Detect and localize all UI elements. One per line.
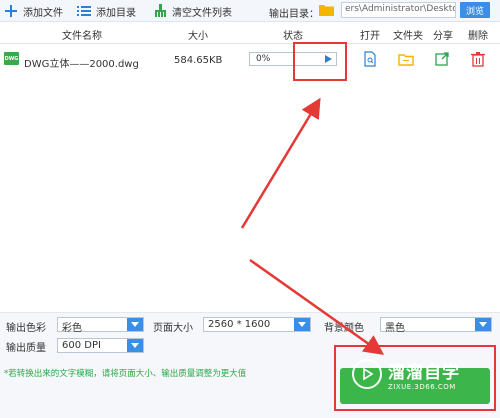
file-name: DWG立体——2000.dwg [24,59,139,70]
clear-list-button[interactable]: 清空文件列表 [153,3,232,19]
header-size: 大小 [188,31,208,42]
file-list-header: 文件名称 大小 状态 打开 文件夹 分享 删除 [0,22,500,44]
open-folder-icon[interactable] [398,51,414,67]
color-label: 输出色彩 [6,323,46,334]
page-size-select[interactable]: 2560 * 1600 [203,317,311,332]
folder-icon[interactable] [319,4,334,16]
background-color-select[interactable]: 黑色 [380,317,492,334]
background-color-label: 背景颜色 [324,323,364,334]
background-color-select-value: 黑色 [385,323,405,334]
chevron-down-icon [127,318,143,331]
annotation-box-status [293,42,347,81]
add-file-label: 添加文件 [23,7,63,19]
header-delete: 删除 [468,31,488,42]
page-size-label: 页面大小 [153,323,193,334]
quality-hint: *若转换出来的文字模糊，请将页面大小、输出质量调整为更大值 [4,369,247,379]
output-dir-label: 输出目录： [269,9,319,20]
chevron-down-icon [127,339,143,352]
color-select[interactable]: 彩色 [57,317,144,334]
output-path-input[interactable]: ers\Administrator\Desktop [341,2,456,18]
progress-text: 0% [256,54,271,64]
list-icon [77,4,91,18]
page-size-select-value: 2560 * 1600 [208,319,271,330]
color-select-value: 彩色 [62,323,82,334]
add-directory-button[interactable]: 添加目录 [77,3,136,19]
dwg-file-icon: DWG [4,52,19,65]
header-open: 打开 [360,31,380,42]
plus-icon [4,4,18,18]
open-file-icon[interactable] [362,51,378,67]
quality-select[interactable]: 600 DPI [57,338,144,353]
header-folder: 文件夹 [393,31,423,42]
header-status: 状态 [283,31,303,42]
add-file-button[interactable]: 添加文件 [4,3,63,19]
quality-label: 输出质量 [6,343,46,354]
add-directory-label: 添加目录 [96,7,136,19]
browse-button[interactable]: 浏览 [460,2,490,18]
chevron-down-icon [475,318,491,331]
header-name: 文件名称 [62,31,102,42]
delete-icon[interactable] [470,51,486,67]
header-share: 分享 [433,31,453,42]
share-icon[interactable] [434,51,450,67]
annotation-box-start [334,345,496,411]
quality-select-value: 600 DPI [62,340,101,351]
toolbar: 添加文件 添加目录 清空文件列表 输出目录： ers\Administrator… [0,0,500,22]
clear-list-label: 清空文件列表 [172,7,232,19]
table-row[interactable]: DWG DWG立体——2000.dwg 584.65KB 0% [0,46,500,74]
broom-icon [153,4,167,18]
file-size: 584.65KB [174,55,223,66]
annotation-arrow-up [240,97,321,229]
chevron-down-icon [294,318,310,331]
